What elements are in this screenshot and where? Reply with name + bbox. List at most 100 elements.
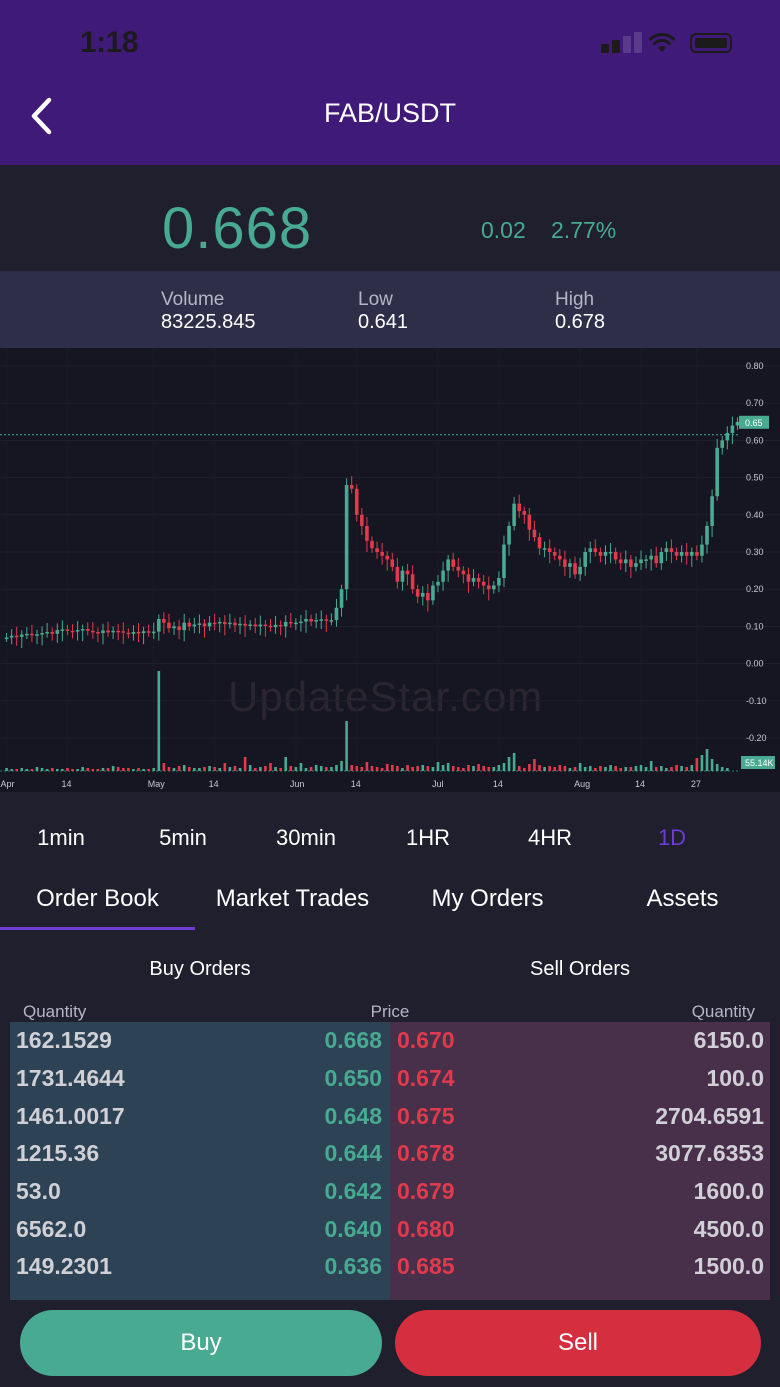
buy-quantity: 1461.0017: [16, 1103, 125, 1129]
volume-bar: [335, 765, 338, 771]
volume-bar: [472, 766, 475, 771]
volume-bar: [350, 765, 353, 771]
sell-price: 0.674: [397, 1065, 455, 1091]
volume-bar: [66, 768, 69, 771]
interval-5min[interactable]: 5min: [133, 825, 233, 851]
buy-price: 0.640: [324, 1216, 382, 1242]
buy-order-row[interactable]: 149.2301 0.636: [10, 1253, 390, 1291]
volume-bar: [238, 768, 242, 771]
sell-order-row[interactable]: 0.680 4500.0: [390, 1216, 770, 1254]
interval-4hr[interactable]: 4HR: [500, 825, 600, 851]
candle-body: [146, 631, 151, 633]
y-tick-label: 0.10: [746, 621, 764, 631]
sell-price: 0.678: [397, 1140, 455, 1166]
candle-body: [324, 619, 329, 621]
interval-1hr[interactable]: 1HR: [378, 825, 478, 851]
buy-order-row[interactable]: 1461.0017 0.648: [10, 1103, 390, 1141]
volume-bar: [55, 769, 59, 771]
candlestick-chart[interactable]: 0.80 0.70 0.60 0.50 0.40 0.30 0.20 0.10 0.00 -0.1…: [0, 348, 780, 792]
interval-1min[interactable]: 1min: [11, 825, 111, 851]
candle-body: [466, 574, 471, 582]
volume-bar: [162, 763, 166, 771]
volume-bar: [152, 768, 156, 771]
volume-bar: [213, 767, 216, 771]
volume-bar: [649, 761, 653, 771]
buy-order-row[interactable]: 162.1529 0.668: [10, 1027, 390, 1065]
volume-bar: [695, 758, 699, 771]
volume-bar: [345, 721, 348, 771]
volume-bar: [187, 767, 191, 771]
volume-bar: [548, 766, 551, 771]
tab-assets[interactable]: Assets: [585, 885, 780, 913]
buy-order-row[interactable]: 6562.0 0.640: [10, 1216, 390, 1254]
buy-price: 0.650: [324, 1065, 382, 1091]
candle-body: [248, 624, 252, 627]
candle-body: [507, 525, 511, 545]
volume-bar: [182, 765, 186, 771]
candle-body: [522, 511, 527, 515]
candle-body: [654, 555, 659, 564]
sell-order-row[interactable]: 0.679 1600.0: [390, 1178, 770, 1216]
candle-body: [725, 432, 730, 441]
buy-order-row[interactable]: 1731.4644 0.650: [10, 1065, 390, 1103]
sell-button[interactable]: Sell: [395, 1310, 761, 1376]
buy-quantity: 149.2301: [16, 1253, 112, 1279]
x-tick-label: Apr: [1, 779, 15, 789]
candle-body: [695, 552, 699, 556]
y-tick-label: 0.50: [746, 473, 764, 483]
volume-bar: [614, 766, 617, 771]
x-tick-label: 14: [493, 779, 503, 789]
volume-bar: [45, 769, 49, 771]
buy-quantity-header: Quantity: [23, 1002, 87, 1021]
interval-30min[interactable]: 30min: [256, 825, 356, 851]
candle-body: [618, 559, 623, 564]
candle-body: [451, 559, 456, 567]
y-tick-label: -0.20: [746, 733, 767, 743]
volume-bar: [436, 762, 440, 771]
active-tab-indicator: [0, 927, 195, 930]
volume-bar: [578, 763, 582, 771]
candle-body: [187, 622, 192, 627]
candle-body: [375, 548, 379, 552]
tab-market-trades[interactable]: Market Trades: [195, 885, 390, 913]
candle-body: [162, 618, 166, 623]
volume-bar: [101, 768, 105, 771]
volume-bar: [568, 768, 572, 771]
volume-bar: [385, 764, 389, 771]
buy-quantity: 1731.4644: [16, 1065, 125, 1091]
sell-order-row[interactable]: 0.670 6150.0: [390, 1027, 770, 1065]
candle-body: [283, 621, 288, 627]
candle-body: [223, 621, 227, 625]
buy-order-row[interactable]: 53.0 0.642: [10, 1178, 390, 1216]
sell-order-row[interactable]: 0.675 2704.6591: [390, 1103, 770, 1141]
price-chart[interactable]: UpdateStar.com 0.80 0.70 0.60 0.50 0.40 0.30 0…: [0, 348, 780, 792]
candle-body: [35, 634, 39, 636]
volume-tag-label: 55.14K: [745, 758, 774, 768]
sell-order-row[interactable]: 0.678 3077.6353: [390, 1140, 770, 1178]
price-change: 0.02: [481, 217, 526, 243]
buy-price: 0.648: [324, 1103, 382, 1129]
volume-bar: [573, 767, 577, 771]
volume-bar: [340, 761, 343, 771]
buy-button[interactable]: Buy: [20, 1310, 382, 1376]
candle-body: [568, 563, 572, 567]
page-title: FAB/USDT: [323, 98, 457, 128]
volume-bar: [533, 759, 536, 771]
volume-bar: [416, 766, 419, 771]
sell-quantity: 1600.0: [693, 1178, 764, 1204]
candle-body: [111, 630, 115, 633]
interval-1d[interactable]: 1D: [622, 825, 722, 851]
volume-bar: [370, 766, 374, 771]
sell-order-row[interactable]: 0.674 100.0: [390, 1065, 770, 1103]
candle-body: [471, 578, 476, 582]
tab-my-orders[interactable]: My Orders: [390, 885, 585, 913]
candle-body: [552, 552, 557, 556]
volume-bar: [451, 766, 455, 771]
volume-bar: [50, 768, 54, 771]
tab-order-book[interactable]: Order Book: [0, 885, 195, 913]
buy-quantity: 53.0: [16, 1178, 61, 1204]
candle-body: [512, 503, 516, 526]
buy-order-row[interactable]: 1215.36 0.644: [10, 1140, 390, 1178]
volume-bar: [644, 767, 648, 771]
sell-order-row[interactable]: 0.685 1500.0: [390, 1253, 770, 1291]
